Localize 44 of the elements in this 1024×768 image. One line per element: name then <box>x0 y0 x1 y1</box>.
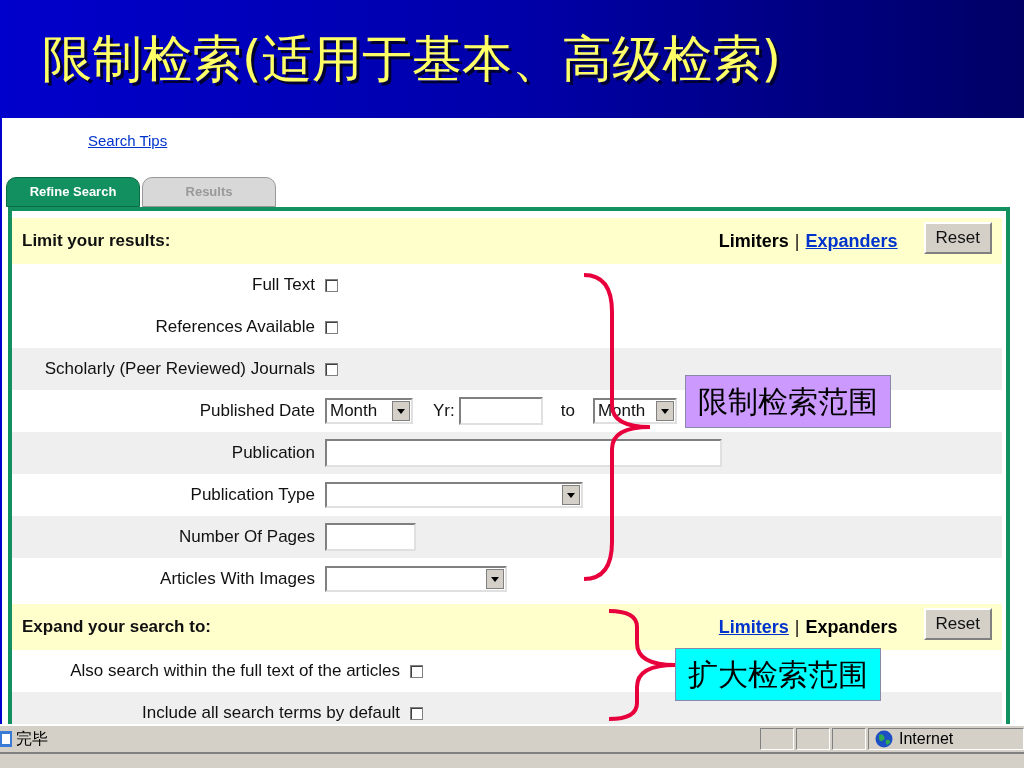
status-panel <box>760 728 794 750</box>
field-label: Also search within the full text of the articles <box>69 660 401 683</box>
checkbox[interactable] <box>325 320 338 334</box>
month-select[interactable]: Month <box>325 398 413 424</box>
field-label: Publication Type <box>189 484 316 507</box>
separator: | <box>794 229 800 253</box>
annotation-callout: 扩大检索范围 <box>675 648 881 701</box>
checkbox[interactable] <box>325 362 338 376</box>
field-label: Include all search terms by default <box>141 702 401 724</box>
year-label: Yr: <box>433 400 455 423</box>
checkbox[interactable] <box>410 706 423 720</box>
section-title: Limit your results: <box>22 230 171 253</box>
tab[interactable]: Refine Search <box>6 177 140 207</box>
globe-icon <box>875 730 893 748</box>
field-label: Full Text <box>251 274 316 297</box>
field-label: Published Date <box>198 400 316 423</box>
field-label: Scholarly (Peer Reviewed) Journals <box>43 358 316 381</box>
reset-button[interactable]: Reset <box>923 608 992 640</box>
dropdown[interactable] <box>325 566 507 592</box>
zone-label: Internet <box>899 729 954 749</box>
separator: | <box>794 615 800 639</box>
field-label: Articles With Images <box>159 568 316 591</box>
field-label: Number Of Pages <box>177 526 316 549</box>
year-field[interactable] <box>458 397 543 425</box>
status-text: 完毕 <box>16 728 49 750</box>
field-label: References Available <box>154 316 316 339</box>
section-link[interactable]: Limiters <box>718 227 789 255</box>
section-link[interactable]: Expanders <box>805 613 898 641</box>
reset-button[interactable]: Reset <box>923 222 992 254</box>
dropdown[interactable] <box>325 482 583 508</box>
slide-title: 限制检索(适用于基本、高级检索) <box>42 28 781 90</box>
status-panel <box>796 728 830 750</box>
section-link[interactable]: Limiters <box>718 613 789 641</box>
section-link[interactable]: Expanders <box>805 227 898 255</box>
to-label: to <box>560 400 575 423</box>
annotation-callout: 限制检索范围 <box>685 375 891 428</box>
field-label: Publication <box>230 442 316 465</box>
section-title: Expand your search to: <box>22 616 211 639</box>
text-field[interactable] <box>325 523 416 551</box>
checkbox[interactable] <box>325 278 338 292</box>
checkbox[interactable] <box>410 664 423 678</box>
search-tips-link[interactable]: Search Tips <box>88 132 168 149</box>
text-field[interactable] <box>325 439 722 467</box>
status-panel <box>832 728 866 750</box>
